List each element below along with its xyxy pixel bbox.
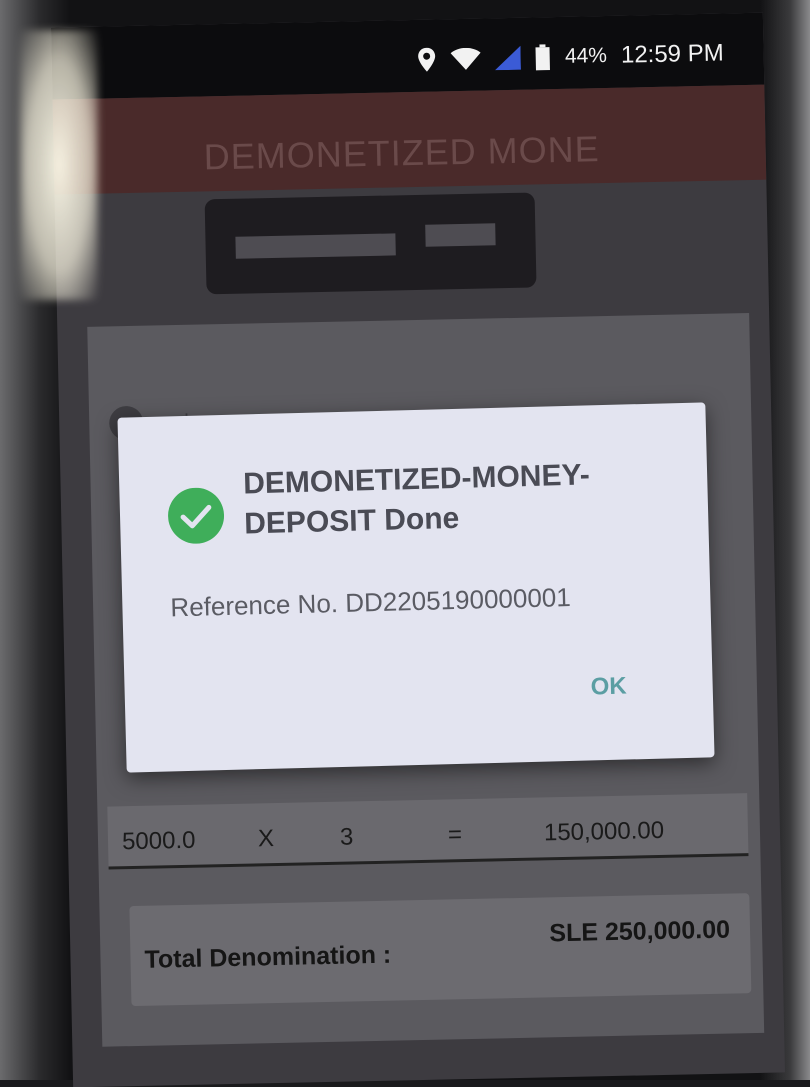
status-icons: 44% 12:59 PM [417,39,724,73]
success-dialog: DEMONETIZED-MONEY-DEPOSIT Done Reference… [117,402,715,773]
total-value: SLE 250,000.00 [549,915,731,948]
denomination-count: 3 [339,823,354,851]
light-glare [20,30,98,300]
device-frame: 44% 12:59 PM DEMONETIZED MONE cash 5000.… [0,0,810,1087]
equals-sign: = [447,821,463,849]
redacted-field [425,223,496,247]
app-title: DEMONETIZED MONE [203,128,601,178]
dialog-title: DEMONETIZED-MONEY-DEPOSIT Done [242,458,591,541]
battery-percentage: 44% [564,43,608,68]
multiply-sign: X [257,825,275,853]
total-card: Total Denomination : SLE 250,000.00 [129,893,752,1007]
reference-number: Reference No. DD2205190000001 [170,581,572,623]
ok-button[interactable]: OK [580,666,637,707]
denomination-amount: 150,000.00 [543,816,665,847]
wifi-icon [450,47,481,71]
denomination-row: 5000.0 X 3 = 150,000.00 [107,793,749,870]
account-card [204,192,537,295]
location-icon [417,47,437,72]
redacted-field [235,233,396,259]
signal-icon [495,45,522,71]
check-circle-icon [167,487,225,544]
total-label: Total Denomination : [144,940,392,974]
app-header: DEMONETIZED MONE [52,84,767,195]
clock: 12:59 PM [620,39,724,69]
battery-icon [535,44,552,71]
denomination-value: 5000.0 [121,826,196,856]
